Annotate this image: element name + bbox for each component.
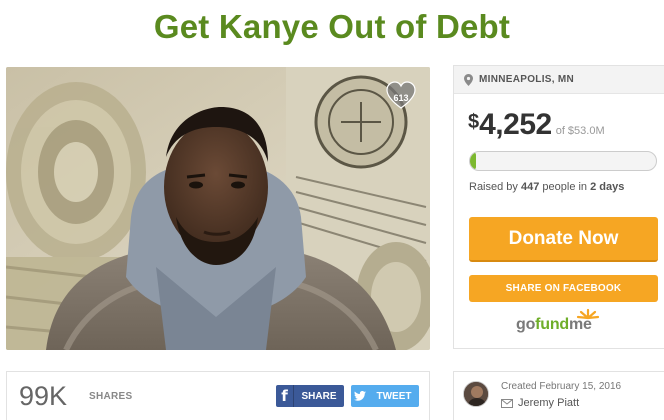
twitter-tweet-button[interactable]: TWEET: [351, 385, 419, 407]
campaign-title: Get Kanye Out of Debt: [153, 8, 511, 45]
location-bar: MINNEAPOLIS, MN: [454, 66, 664, 94]
amount-value: 4,252: [479, 108, 552, 141]
organizer-contact[interactable]: Jeremy Piatt: [501, 397, 579, 409]
share-on-facebook-button[interactable]: SHARE ON FACEBOOK: [469, 275, 658, 302]
gofundme-logo[interactable]: gofundme: [516, 308, 600, 334]
organizer-box: Created February 15, 2016 Jeremy Piatt: [453, 371, 664, 420]
created-date: Created February 15, 2016: [501, 381, 622, 392]
logo-go: go: [516, 316, 536, 333]
raised-days: 2 days: [590, 181, 625, 193]
raised-middle: people in: [539, 181, 591, 193]
campaign-photo[interactable]: 613: [6, 67, 430, 350]
location-pin-icon: [464, 73, 473, 86]
progress-bar: [469, 151, 657, 171]
facebook-share-button[interactable]: f SHARE: [276, 385, 344, 407]
location-text: MINNEAPOLIS, MN: [479, 74, 575, 85]
share-bar: 99K SHARES f SHARE TWEET: [6, 371, 430, 420]
facebook-share-label: SHARE: [301, 390, 337, 402]
share-count-label: SHARES: [89, 391, 133, 402]
raised-summary: Raised by 447 people in 2 days: [469, 181, 624, 193]
twitter-tweet-label: TWEET: [376, 390, 412, 402]
goal-amount: of $53.0M: [555, 125, 605, 137]
progress-fill: [470, 152, 476, 170]
twitter-bird-icon: [351, 391, 369, 401]
donate-now-button[interactable]: Donate Now: [469, 217, 658, 262]
organizer-name: Jeremy Piatt: [518, 397, 580, 409]
facebook-f-icon: f: [276, 385, 294, 407]
amount-raised: $ 4,252 of $53.0M: [468, 108, 605, 142]
logo-fund: fund: [535, 316, 570, 333]
heart-count: 613: [393, 93, 409, 103]
logo-sunrise-icon: [576, 308, 600, 320]
envelope-icon: [501, 398, 513, 408]
raised-prefix: Raised by: [469, 181, 521, 193]
raised-people-count: 447: [520, 181, 540, 193]
favorite-heart[interactable]: 613: [386, 81, 416, 111]
share-count: 99K: [19, 381, 68, 411]
currency-symbol: $: [468, 111, 480, 133]
campaign-photo-image: [6, 67, 430, 350]
avatar[interactable]: [463, 381, 489, 407]
donation-panel: MINNEAPOLIS, MN $ 4,252 of $53.0M Raised…: [453, 65, 664, 349]
